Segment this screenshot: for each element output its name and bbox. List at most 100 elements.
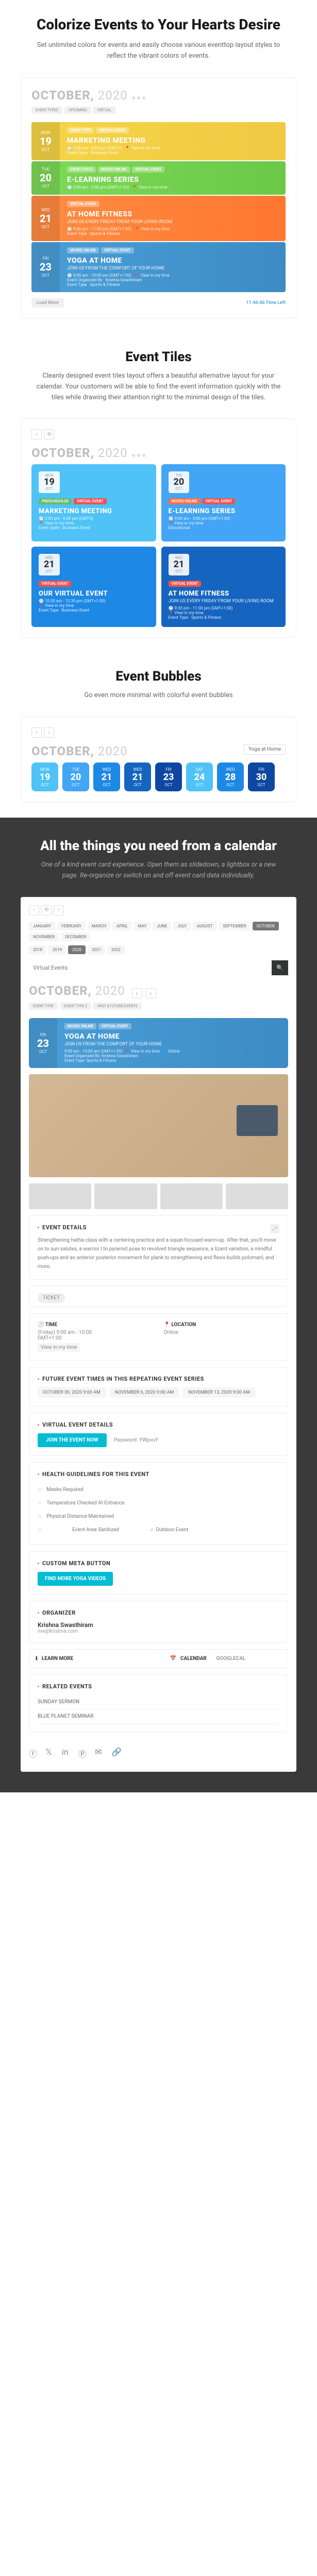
bubbles-subtitle: Go even more minimal with colorful event… (35, 690, 282, 701)
organizer-email: me@krishna.com (38, 1629, 279, 1634)
bubbles-title: Event Bubbles (21, 669, 296, 684)
event-strip[interactable]: MON19OCT EVENT TYPEVIRTUAL EVENT MARKETI… (31, 122, 286, 160)
ticket-badge: TICKET (38, 1293, 65, 1303)
thumb[interactable] (29, 1183, 91, 1209)
month-pill[interactable]: AUGUST (193, 922, 217, 930)
event-bubble[interactable]: WED21OCT (124, 762, 151, 791)
details-month: OCTOBER, 2020 ‹ › (29, 984, 288, 999)
virtual-details-heading: VIRTUAL EVENT DETAILS (38, 1421, 279, 1428)
future-date[interactable]: OCTOBER 30, 2020 9:00 AM (38, 1387, 106, 1398)
filter-pill[interactable]: VIRTUAL (93, 107, 115, 114)
event-tile[interactable]: TUE20OCT MOVED ONLINEVIRTUAL EVENT E-LEA… (161, 464, 286, 541)
year-pill[interactable]: 2018 (29, 945, 46, 954)
expand-icon[interactable]: ⤢ (270, 1224, 279, 1233)
email-icon[interactable]: ✉ (95, 1747, 103, 1755)
next-arrow[interactable]: › (44, 727, 54, 738)
event-bubble[interactable]: FRI30OCT (248, 762, 275, 791)
health-item: Temperature Checked At Entrance (38, 1496, 279, 1510)
time-left: 11:46:40 Time Left (246, 300, 286, 306)
month-prev[interactable]: ‹ (132, 988, 142, 998)
tab-pill[interactable]: EVENT TYPE 2 (60, 1003, 91, 1010)
allthings-subtitle: One of a kind event card experience. Ope… (35, 860, 282, 882)
month-next[interactable]: › (146, 988, 156, 998)
facebook-icon[interactable]: ⓕ (29, 1747, 37, 1755)
join-event-button[interactable]: JOIN THE EVENT NOW (38, 1433, 107, 1447)
related-item[interactable]: BLUE PLANET SEMINAR (38, 1709, 279, 1724)
location-label: 📍 LOCATION (164, 1322, 280, 1328)
month-pill[interactable]: FEBRUARY (57, 922, 86, 930)
social-row: ⓕ 𝕏 in Ⓟ ✉ 🔗 (29, 1739, 288, 1764)
event-bubble[interactable]: FRI23OCT (155, 762, 182, 791)
load-more-button[interactable]: Load More (31, 298, 64, 308)
organizer-heading: ORGANIZER (38, 1609, 279, 1616)
thumb[interactable] (94, 1183, 157, 1209)
month-pill[interactable]: NOVEMBER (29, 933, 59, 941)
future-date[interactable]: NOVEMBER 6, 2020 9:00 AM (110, 1387, 179, 1398)
prev-arrow[interactable]: ‹ (31, 429, 42, 439)
year-pill[interactable]: 2019 (48, 945, 66, 954)
year-pill[interactable]: 2020 (68, 945, 86, 954)
tiles-month: OCTOBER, 2020 (31, 446, 286, 460)
bubble-filter[interactable]: Yoga at Home (244, 744, 286, 755)
event-bubble[interactable]: MON19OCT (31, 762, 58, 791)
health-item: Physical Distance Maintained (38, 1510, 279, 1523)
link-icon[interactable]: 🔗 (111, 1747, 120, 1755)
pinterest-icon[interactable]: Ⓟ (78, 1747, 87, 1755)
event-strip[interactable]: FRI23OCT MOVED ONLINEVIRTUAL EVENT YOGA … (31, 242, 286, 292)
future-times-heading: FUTURE EVENT TIMES IN THIS REPEATING EVE… (38, 1376, 279, 1382)
prev-arrow[interactable]: ‹ (29, 905, 39, 916)
month-pill[interactable]: SEPTEMBER (219, 922, 251, 930)
time-label: 🕐 TIME (38, 1322, 154, 1328)
learn-more-button[interactable]: ℹ LEARN MORE (29, 1650, 154, 1668)
event-tile[interactable]: WED21OCT VIRTUAL EVENT AT HOME FITNESSJO… (161, 547, 286, 627)
calendar-strips: OCTOBER, 2020 EVENT TYPESUPCOMINGVIRTUAL… (21, 77, 296, 318)
reset-arrow[interactable]: ⟲ (44, 429, 54, 439)
prev-arrow[interactable]: ‹ (31, 727, 42, 738)
search-input[interactable] (29, 960, 272, 975)
month-pill[interactable]: MAY (134, 922, 151, 930)
event-bubble[interactable]: TUE20OCT (62, 762, 89, 791)
tab-pill[interactable]: PAST & FUTURE EVENTS (93, 1003, 141, 1010)
calendar-button[interactable]: 📅 CALENDAR GOOGLECAL (164, 1650, 288, 1668)
related-item[interactable]: SUNDAY SERMON (38, 1695, 279, 1709)
event-bubble[interactable]: WED21OCT (93, 762, 120, 791)
custom-meta-heading: CUSTOM META BUTTON (38, 1560, 279, 1567)
event-bubble[interactable]: SAT24OCT (186, 762, 213, 791)
year-pill[interactable]: 2021 (88, 945, 105, 954)
future-date[interactable]: NOVEMBER 13, 2020 9:00 AM (183, 1387, 255, 1398)
year-pill[interactable]: 2022 (107, 945, 125, 954)
event-bubble[interactable]: WED28OCT (217, 762, 244, 791)
event-strip[interactable]: TUE20OCT EVENT STATEMOVED ONLINEVIRTUAL … (31, 161, 286, 195)
health-heading: HEALTH GUIDELINES FOR THIS EVENT (38, 1471, 279, 1478)
tab-pill[interactable]: EVENT TYPE (29, 1003, 58, 1010)
thumb[interactable] (160, 1183, 223, 1209)
calendar-tiles: ‹⟲ OCTOBER, 2020 MON19OCT PRESCHEDULEDVI… (21, 418, 296, 638)
find-yoga-button[interactable]: FIND MORE YOGA VIDEOS (38, 1572, 113, 1586)
filter-pill[interactable]: UPCOMING (64, 107, 91, 114)
reset-arrow[interactable]: ⟲ (41, 905, 52, 916)
health-item: Masks Required (38, 1483, 279, 1496)
month-pill[interactable]: DECEMBER (61, 933, 90, 941)
next-arrow[interactable]: › (54, 905, 64, 916)
twitter-icon[interactable]: 𝕏 (45, 1747, 54, 1755)
event-strip[interactable]: WED21OCT VIRTUAL EVENT AT HOME FITNESSJO… (31, 196, 286, 241)
linkedin-icon[interactable]: in (62, 1747, 70, 1755)
month-pill[interactable]: OCTOBER (253, 922, 279, 930)
cal-month: OCTOBER, 2020 (31, 88, 286, 103)
thumb[interactable] (226, 1183, 288, 1209)
event-tile[interactable]: MON19OCT PRESCHEDULEDVIRTUAL EVENT MARKE… (31, 464, 156, 541)
search-button[interactable]: 🔍 (272, 960, 288, 975)
filter-pills: EVENT TYPESUPCOMINGVIRTUAL (31, 107, 286, 114)
month-pill[interactable]: JANUARY (29, 922, 55, 930)
event-tile[interactable]: WED21OCT VIRTUAL EVENT OUR VIRTUAL EVENT… (31, 547, 156, 627)
month-pill[interactable]: MARCH (88, 922, 110, 930)
hero-event[interactable]: FRI23OCT MOVED ONLINEVIRTUAL EVENT YOGA … (29, 1018, 288, 1068)
event-details-heading: EVENT DETAILS (38, 1224, 270, 1231)
month-pill[interactable]: JUNE (153, 922, 171, 930)
month-pill[interactable]: JULY (173, 922, 191, 930)
tiles-title: Event Tiles (21, 349, 296, 365)
calendar-bubbles: ‹› Yoga at Home OCTOBER, 2020 MON19OCTTU… (21, 717, 296, 802)
view-my-time-button[interactable]: View in my time (38, 1343, 80, 1352)
month-pill[interactable]: APRIL (112, 922, 132, 930)
filter-pill[interactable]: EVENT TYPES (31, 107, 62, 114)
